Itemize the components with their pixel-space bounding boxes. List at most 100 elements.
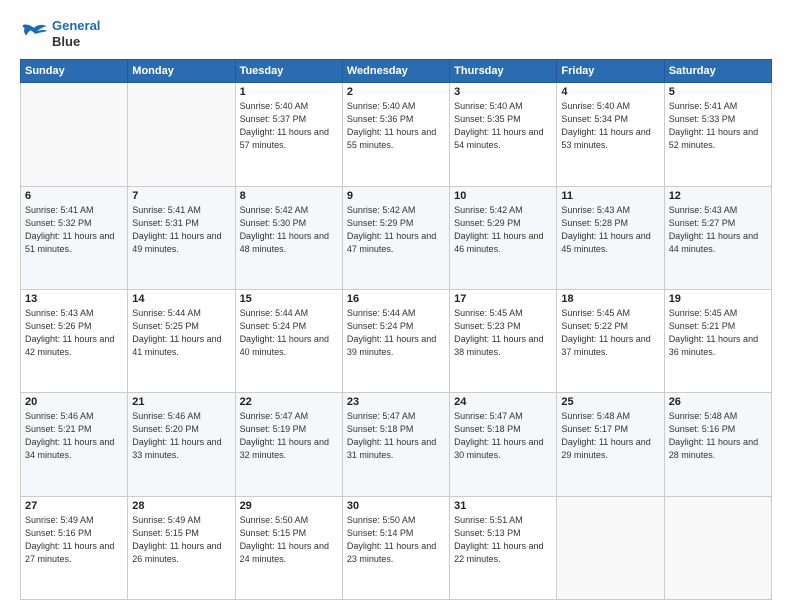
- day-number: 31: [454, 500, 552, 512]
- day-number: 2: [347, 86, 445, 98]
- calendar-week-row: 20 Sunrise: 5:46 AM Sunset: 5:21 PM Dayli…: [21, 393, 772, 496]
- day-info: Sunrise: 5:50 AM Sunset: 5:15 PM Dayligh…: [240, 514, 338, 566]
- day-number: 11: [561, 190, 659, 202]
- calendar-day-cell: 16 Sunrise: 5:44 AM Sunset: 5:24 PM Dayli…: [342, 289, 449, 392]
- weekday-header: Sunday: [21, 60, 128, 83]
- day-info: Sunrise: 5:43 AM Sunset: 5:28 PM Dayligh…: [561, 204, 659, 256]
- calendar-day-cell: 24 Sunrise: 5:47 AM Sunset: 5:18 PM Dayli…: [450, 393, 557, 496]
- day-number: 4: [561, 86, 659, 98]
- day-info: Sunrise: 5:41 AM Sunset: 5:33 PM Dayligh…: [669, 100, 767, 152]
- calendar-day-cell: 28Sunrise: 5:49 AM Sunset: 5:15 PM Dayli…: [128, 496, 235, 599]
- calendar-week-row: 27 Sunrise: 5:49 AM Sunset: 5:16 PM Dayli…: [21, 496, 772, 599]
- weekday-header: Wednesday: [342, 60, 449, 83]
- day-number: 13: [25, 293, 123, 305]
- calendar-day-cell: 29 Sunrise: 5:50 AM Sunset: 5:15 PM Dayli…: [235, 496, 342, 599]
- day-number: 6: [25, 190, 123, 202]
- calendar-day-cell: 3Sunrise: 5:40 AM Sunset: 5:35 PM Daylig…: [450, 83, 557, 186]
- calendar-day-cell: 26 Sunrise: 5:48 AM Sunset: 5:16 PM Dayli…: [664, 393, 771, 496]
- day-number: 14: [132, 293, 230, 305]
- day-info: Sunrise: 5:51 AM Sunset: 5:13 PM Dayligh…: [454, 514, 552, 566]
- weekday-header: Tuesday: [235, 60, 342, 83]
- calendar-day-cell: 13 Sunrise: 5:43 AM Sunset: 5:26 PM Dayli…: [21, 289, 128, 392]
- day-number: 28: [132, 500, 230, 512]
- calendar-day-cell: 10 Sunrise: 5:42 AM Sunset: 5:29 PM Dayli…: [450, 186, 557, 289]
- calendar-day-cell: 11 Sunrise: 5:43 AM Sunset: 5:28 PM Dayli…: [557, 186, 664, 289]
- day-info: Sunrise: 5:49 AM Sunset: 5:16 PM Dayligh…: [25, 514, 123, 566]
- calendar-day-cell: 20 Sunrise: 5:46 AM Sunset: 5:21 PM Dayli…: [21, 393, 128, 496]
- calendar-day-cell: [128, 83, 235, 186]
- day-info: Sunrise: 5:42 AM Sunset: 5:29 PM Dayligh…: [347, 204, 445, 256]
- logo-icon: [20, 23, 48, 45]
- calendar-day-cell: 9 Sunrise: 5:42 AM Sunset: 5:29 PM Daylig…: [342, 186, 449, 289]
- day-info: Sunrise: 5:45 AM Sunset: 5:23 PM Dayligh…: [454, 307, 552, 359]
- day-info: Sunrise: 5:44 AM Sunset: 5:24 PM Dayligh…: [240, 307, 338, 359]
- day-number: 15: [240, 293, 338, 305]
- calendar-week-row: 1 Sunrise: 5:40 AM Sunset: 5:37 PM Daylig…: [21, 83, 772, 186]
- day-info: Sunrise: 5:48 AM Sunset: 5:16 PM Dayligh…: [669, 410, 767, 462]
- day-info: Sunrise: 5:46 AM Sunset: 5:20 PM Dayligh…: [132, 410, 230, 462]
- day-number: 21: [132, 396, 230, 408]
- calendar-day-cell: 30 Sunrise: 5:50 AM Sunset: 5:14 PM Dayli…: [342, 496, 449, 599]
- calendar-day-cell: 22 Sunrise: 5:47 AM Sunset: 5:19 PM Dayli…: [235, 393, 342, 496]
- day-number: 26: [669, 396, 767, 408]
- day-info: Sunrise: 5:42 AM Sunset: 5:30 PM Dayligh…: [240, 204, 338, 256]
- day-info: Sunrise: 5:48 AM Sunset: 5:17 PM Dayligh…: [561, 410, 659, 462]
- calendar-day-cell: 15 Sunrise: 5:44 AM Sunset: 5:24 PM Dayli…: [235, 289, 342, 392]
- day-info: Sunrise: 5:41 AM Sunset: 5:31 PM Dayligh…: [132, 204, 230, 256]
- calendar-day-cell: 12 Sunrise: 5:43 AM Sunset: 5:27 PM Dayli…: [664, 186, 771, 289]
- calendar-day-cell: 18Sunrise: 5:45 AM Sunset: 5:22 PM Dayli…: [557, 289, 664, 392]
- day-number: 18: [561, 293, 659, 305]
- calendar-day-cell: 1 Sunrise: 5:40 AM Sunset: 5:37 PM Daylig…: [235, 83, 342, 186]
- day-number: 25: [561, 396, 659, 408]
- day-number: 29: [240, 500, 338, 512]
- day-number: 10: [454, 190, 552, 202]
- day-info: Sunrise: 5:43 AM Sunset: 5:27 PM Dayligh…: [669, 204, 767, 256]
- day-number: 9: [347, 190, 445, 202]
- calendar-day-cell: 14Sunrise: 5:44 AM Sunset: 5:25 PM Dayli…: [128, 289, 235, 392]
- day-number: 27: [25, 500, 123, 512]
- calendar-day-cell: 31 Sunrise: 5:51 AM Sunset: 5:13 PM Dayli…: [450, 496, 557, 599]
- calendar-table: SundayMondayTuesdayWednesdayThursdayFrid…: [20, 59, 772, 600]
- calendar-day-cell: 17 Sunrise: 5:45 AM Sunset: 5:23 PM Dayli…: [450, 289, 557, 392]
- day-number: 3: [454, 86, 552, 98]
- day-info: Sunrise: 5:46 AM Sunset: 5:21 PM Dayligh…: [25, 410, 123, 462]
- calendar-day-cell: [21, 83, 128, 186]
- calendar-day-cell: 2Sunrise: 5:40 AM Sunset: 5:36 PM Daylig…: [342, 83, 449, 186]
- calendar-day-cell: [557, 496, 664, 599]
- calendar-day-cell: 4 Sunrise: 5:40 AM Sunset: 5:34 PM Daylig…: [557, 83, 664, 186]
- day-number: 24: [454, 396, 552, 408]
- day-info: Sunrise: 5:45 AM Sunset: 5:21 PM Dayligh…: [669, 307, 767, 359]
- day-info: Sunrise: 5:47 AM Sunset: 5:18 PM Dayligh…: [347, 410, 445, 462]
- calendar-day-cell: 21 Sunrise: 5:46 AM Sunset: 5:20 PM Dayli…: [128, 393, 235, 496]
- day-info: Sunrise: 5:40 AM Sunset: 5:34 PM Dayligh…: [561, 100, 659, 152]
- day-info: Sunrise: 5:44 AM Sunset: 5:24 PM Dayligh…: [347, 307, 445, 359]
- calendar-day-cell: 27 Sunrise: 5:49 AM Sunset: 5:16 PM Dayli…: [21, 496, 128, 599]
- calendar-day-cell: 19 Sunrise: 5:45 AM Sunset: 5:21 PM Dayli…: [664, 289, 771, 392]
- day-info: Sunrise: 5:40 AM Sunset: 5:37 PM Dayligh…: [240, 100, 338, 152]
- day-number: 19: [669, 293, 767, 305]
- day-info: Sunrise: 5:43 AM Sunset: 5:26 PM Dayligh…: [25, 307, 123, 359]
- calendar-day-cell: 8 Sunrise: 5:42 AM Sunset: 5:30 PM Daylig…: [235, 186, 342, 289]
- logo: General Blue: [20, 18, 100, 49]
- day-info: Sunrise: 5:42 AM Sunset: 5:29 PM Dayligh…: [454, 204, 552, 256]
- calendar-day-cell: 25 Sunrise: 5:48 AM Sunset: 5:17 PM Dayli…: [557, 393, 664, 496]
- weekday-header: Friday: [557, 60, 664, 83]
- day-number: 22: [240, 396, 338, 408]
- day-number: 30: [347, 500, 445, 512]
- calendar-day-cell: 23 Sunrise: 5:47 AM Sunset: 5:18 PM Dayli…: [342, 393, 449, 496]
- day-info: Sunrise: 5:50 AM Sunset: 5:14 PM Dayligh…: [347, 514, 445, 566]
- day-number: 12: [669, 190, 767, 202]
- day-number: 16: [347, 293, 445, 305]
- day-info: Sunrise: 5:47 AM Sunset: 5:19 PM Dayligh…: [240, 410, 338, 462]
- day-number: 1: [240, 86, 338, 98]
- day-number: 8: [240, 190, 338, 202]
- day-info: Sunrise: 5:47 AM Sunset: 5:18 PM Dayligh…: [454, 410, 552, 462]
- day-number: 7: [132, 190, 230, 202]
- calendar-week-row: 13 Sunrise: 5:43 AM Sunset: 5:26 PM Dayli…: [21, 289, 772, 392]
- day-number: 23: [347, 396, 445, 408]
- weekday-header: Monday: [128, 60, 235, 83]
- weekday-header: Saturday: [664, 60, 771, 83]
- day-number: 17: [454, 293, 552, 305]
- day-number: 20: [25, 396, 123, 408]
- calendar-week-row: 6Sunrise: 5:41 AM Sunset: 5:32 PM Daylig…: [21, 186, 772, 289]
